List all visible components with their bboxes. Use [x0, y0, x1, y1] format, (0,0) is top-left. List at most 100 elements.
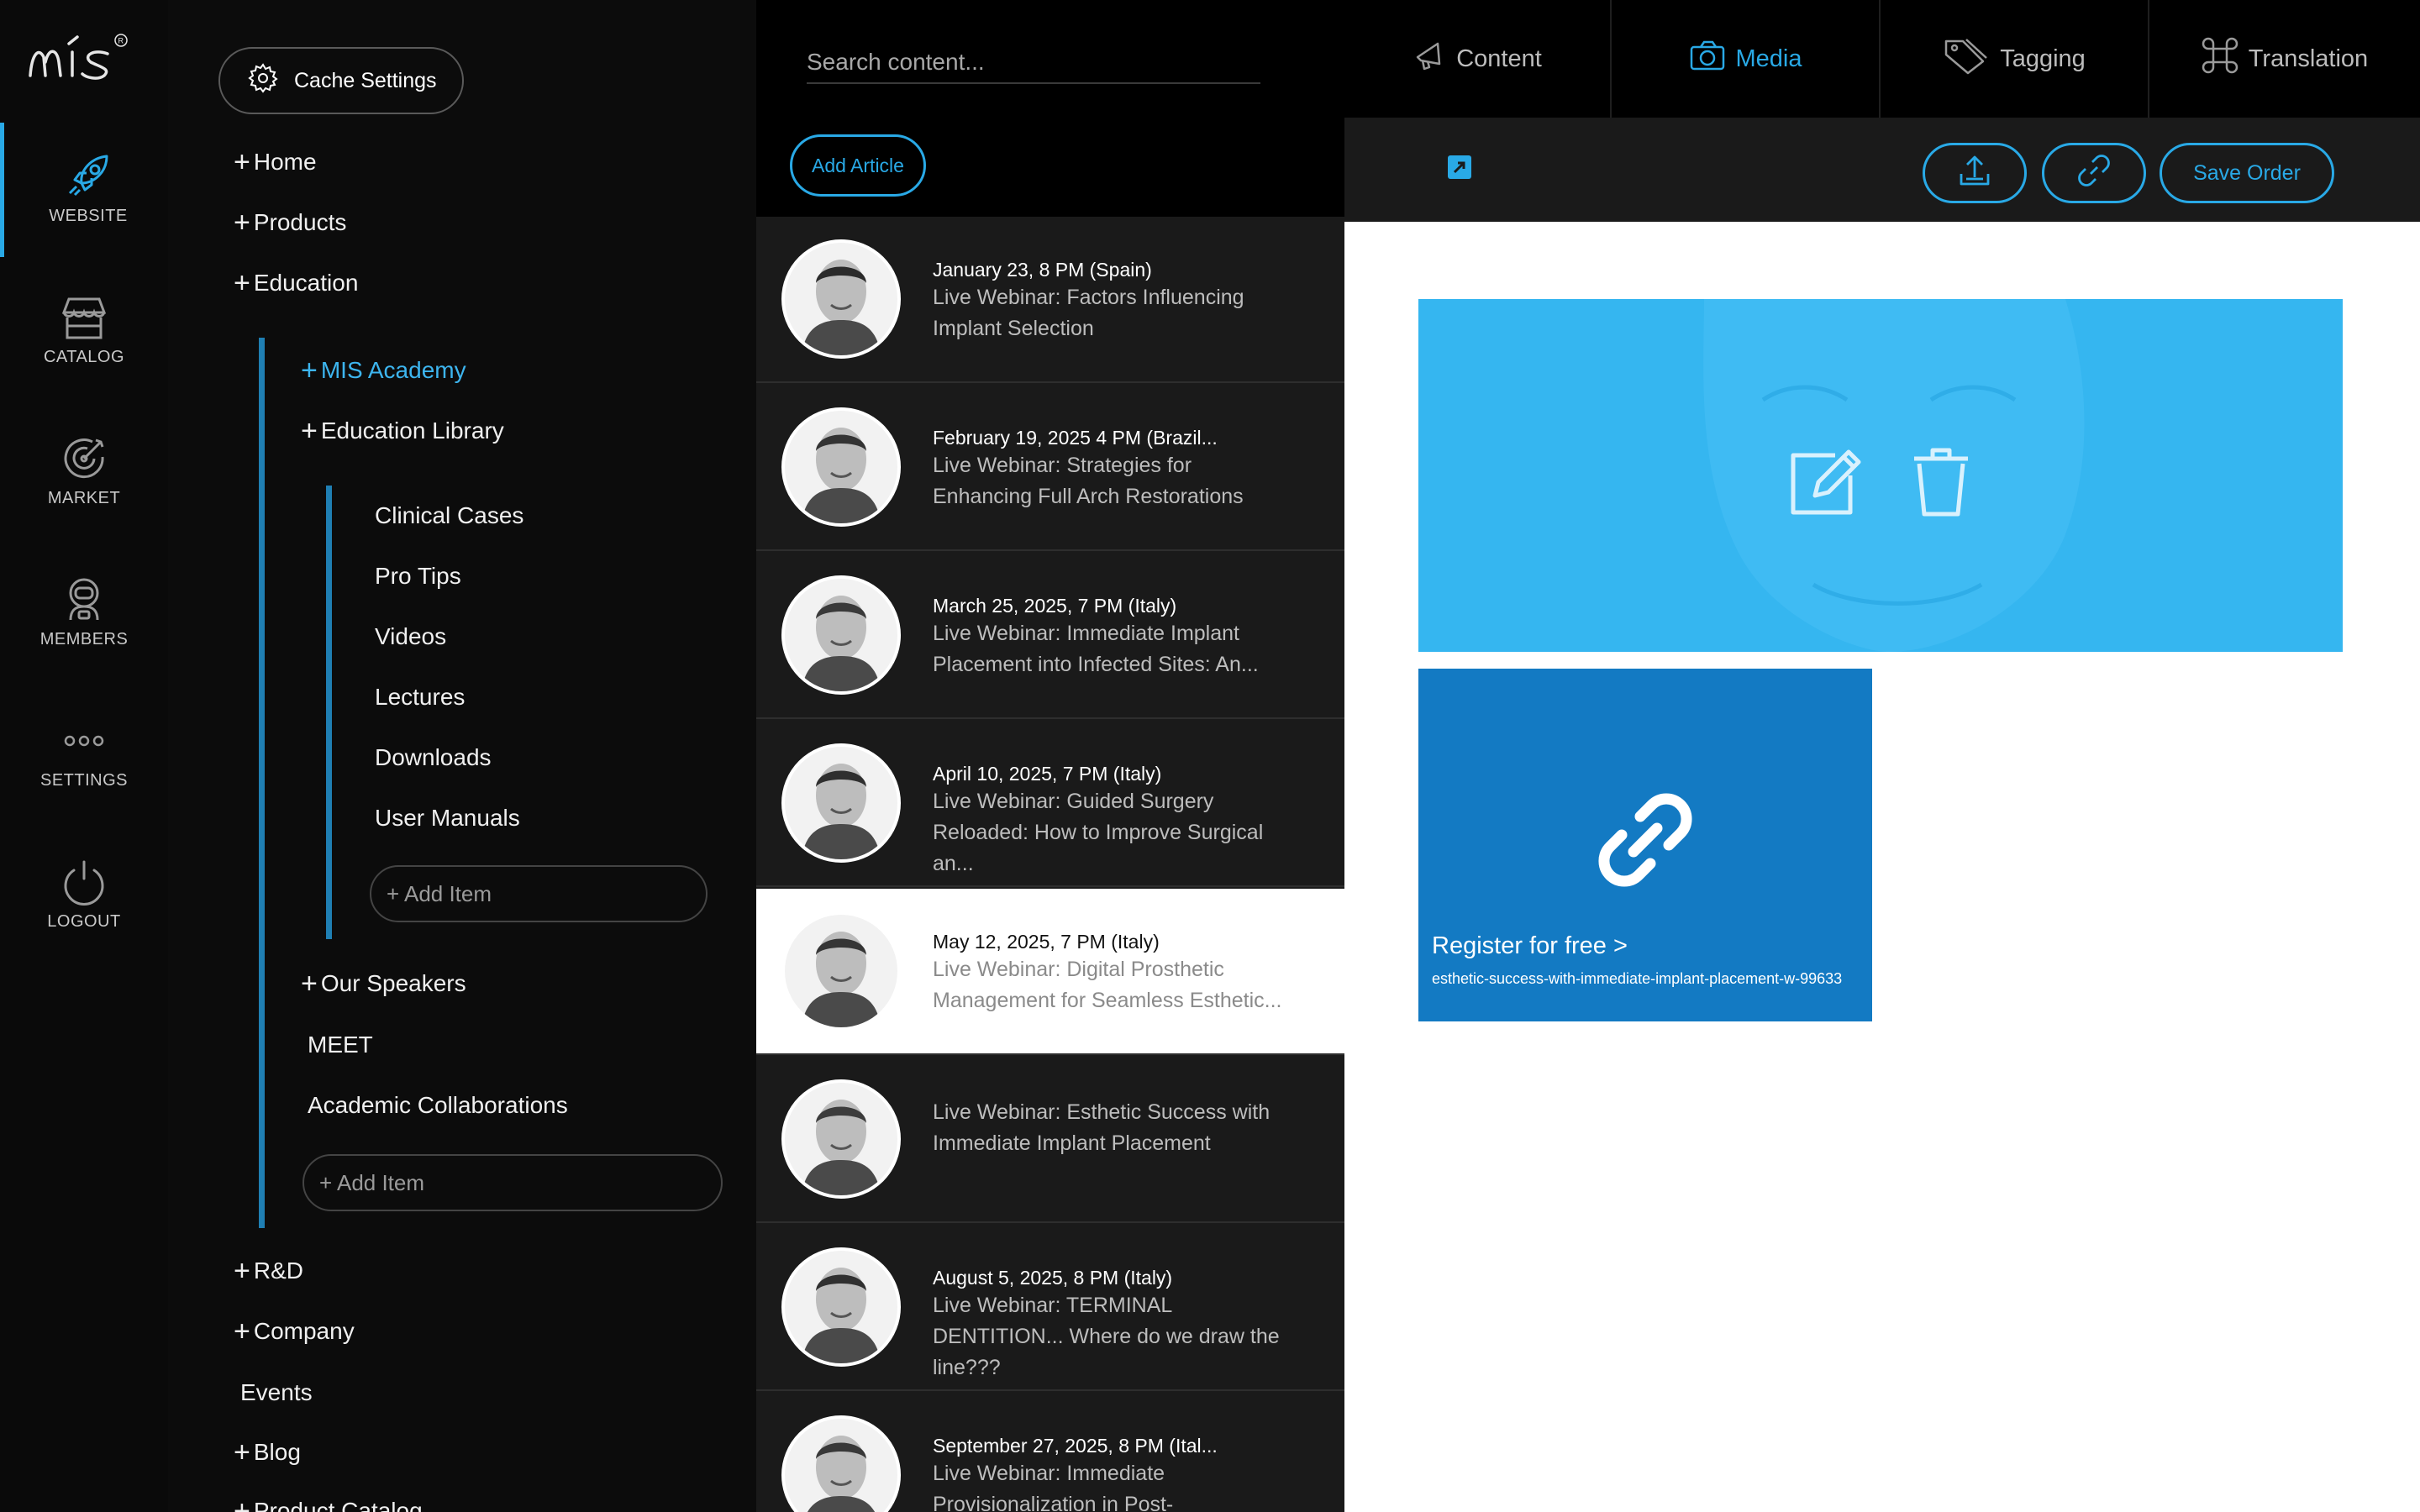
upload-icon: [1956, 152, 1993, 195]
plus-icon: +: [234, 1436, 250, 1468]
article-row[interactable]: January 23, 8 PM (Spain) Live Webinar: Fa…: [756, 217, 1344, 383]
tree-node-mis-academy[interactable]: + MIS Academy: [301, 354, 466, 387]
camera-icon: [1689, 39, 1726, 79]
link-button[interactable]: [2042, 143, 2146, 203]
tree-node-our-speakers[interactable]: + Our Speakers: [301, 968, 466, 1000]
astronaut-icon: [55, 571, 113, 628]
mis-logo[interactable]: R: [27, 29, 141, 87]
command-icon: [2202, 37, 2238, 81]
speaker-avatar: [781, 1415, 901, 1512]
trash-icon[interactable]: [1907, 442, 1975, 522]
add-item-input[interactable]: [302, 1154, 723, 1211]
node-label: Blog: [253, 1439, 301, 1465]
rail-members[interactable]: MEMBERS: [0, 546, 168, 680]
cache-settings-button[interactable]: Cache Settings: [218, 47, 464, 114]
tree-node-events[interactable]: Events: [240, 1379, 313, 1406]
add-article-button[interactable]: Add Article: [790, 134, 926, 197]
article-row[interactable]: Live Webinar: Esthetic Success with Imme…: [756, 1057, 1344, 1223]
top-nav: Content Media Tagging Translation: [1344, 0, 2420, 118]
rail-logout[interactable]: LOGOUT: [0, 828, 168, 963]
article-row[interactable]: September 27, 2025, 8 PM (Ital... Live We…: [756, 1393, 1344, 1512]
plus-icon: +: [234, 1255, 250, 1287]
tree-node-videos[interactable]: Videos: [375, 623, 446, 650]
article-row[interactable]: March 25, 2025, 7 PM (Italy) Live Webinar…: [756, 553, 1344, 719]
article-list-panel: Add Article January 23, 8 PM (Spain) Live…: [756, 0, 1344, 1512]
add-item-input[interactable]: [370, 865, 708, 922]
tree-node-rnd[interactable]: + R&D: [234, 1255, 303, 1288]
article-date: February 19, 2025 4 PM (Brazil...: [933, 427, 1218, 449]
node-label: Home: [253, 149, 317, 175]
article-title: Live Webinar: Factors Influencing Implan…: [933, 286, 1244, 340]
article-row[interactable]: May 12, 2025, 7 PM (Italy) Live Webinar: …: [756, 889, 1344, 1055]
speaker-avatar: [781, 407, 901, 527]
external-edit-icon[interactable]: [1447, 155, 1472, 180]
tree-node-clinical-cases[interactable]: Clinical Cases: [375, 502, 523, 529]
save-order-button[interactable]: Save Order: [2160, 143, 2334, 203]
node-label: Education: [253, 270, 359, 296]
node-label: Products: [253, 209, 347, 235]
tree-node-products[interactable]: + Products: [234, 207, 346, 239]
tree-node-pro-tips[interactable]: Pro Tips: [375, 563, 461, 590]
hero-photo-silhouette: [1703, 299, 2085, 652]
rail-label: CATALOG: [43, 348, 125, 366]
article-date: March 25, 2025, 7 PM (Italy): [933, 595, 1177, 617]
rail-label: LOGOUT: [47, 912, 121, 931]
store-icon: [55, 289, 113, 346]
tree-node-education[interactable]: + Education: [234, 267, 358, 300]
link-media-card[interactable]: Register for free > esthetic-success-wit…: [1418, 669, 1872, 1021]
plus-icon: +: [234, 267, 250, 299]
article-title: Live Webinar: Esthetic Success with Imme…: [933, 1100, 1270, 1155]
tree-node-company[interactable]: + Company: [234, 1315, 355, 1348]
tab-translation[interactable]: Translation: [2149, 0, 2420, 118]
tree-node-user-manuals[interactable]: User Manuals: [375, 805, 520, 832]
hero-image-card[interactable]: [1418, 299, 2343, 652]
search-input[interactable]: [807, 42, 1260, 84]
gear-icon: [247, 62, 279, 100]
media-content: Register for free > esthetic-success-wit…: [1344, 222, 2420, 1512]
rail-market[interactable]: MARKET: [0, 405, 168, 539]
tab-tagging[interactable]: Tagging: [1881, 0, 2148, 118]
rail-label: MEMBERS: [39, 630, 129, 648]
tab-label: Translation: [2248, 45, 2369, 72]
article-title: Live Webinar: Immediate Implant Placemen…: [933, 622, 1259, 676]
tag-icon: [1943, 36, 1990, 81]
rail-label: WEBSITE: [49, 207, 128, 225]
plus-icon: +: [234, 146, 250, 178]
tab-label: Content: [1456, 45, 1542, 72]
tab-label: Media: [1735, 45, 1802, 72]
article-row[interactable]: February 19, 2025 4 PM (Brazil... Live We…: [756, 385, 1344, 551]
article-row[interactable]: April 10, 2025, 7 PM (Italy) Live Webinar…: [756, 721, 1344, 887]
rail-website[interactable]: WEBSITE: [0, 123, 168, 257]
tree-node-product-catalog[interactable]: + Product Catalog: [234, 1495, 423, 1512]
tree-node-home[interactable]: + Home: [234, 146, 317, 179]
plus-icon: +: [234, 1495, 250, 1512]
article-title: Live Webinar: Guided Surgery Reloaded: H…: [933, 790, 1264, 875]
tree-node-downloads[interactable]: Downloads: [375, 744, 492, 771]
target-icon: [55, 430, 113, 487]
rail-settings[interactable]: SETTINGS: [0, 687, 168, 822]
article-title: Live Webinar: Immediate Provisionalizati…: [933, 1462, 1174, 1512]
tree-node-blog[interactable]: + Blog: [234, 1436, 301, 1469]
tree-node-lectures[interactable]: Lectures: [375, 684, 465, 711]
speaker-avatar: [781, 911, 901, 1031]
tab-media[interactable]: Media: [1612, 0, 1879, 118]
dots-icon: [55, 712, 113, 769]
article-title: Live Webinar: Digital Prosthetic Managem…: [933, 958, 1282, 1012]
tree-node-academic-collaborations[interactable]: Academic Collaborations: [308, 1092, 568, 1119]
node-label: Education Library: [320, 417, 504, 444]
tree-node-education-library[interactable]: + Education Library: [301, 415, 504, 448]
article-date: September 27, 2025, 8 PM (Ital...: [933, 1435, 1218, 1457]
tab-content[interactable]: Content: [1344, 0, 1610, 118]
power-icon: [55, 853, 113, 911]
tree-node-meet[interactable]: MEET: [308, 1032, 373, 1058]
tab-label: Tagging: [2000, 45, 2086, 72]
speaker-avatar: [781, 239, 901, 359]
edit-icon[interactable]: [1785, 442, 1865, 522]
article-row[interactable]: August 5, 2025, 8 PM (Italy) Live Webinar…: [756, 1225, 1344, 1391]
upload-button[interactable]: [1923, 143, 2027, 203]
rail-catalog[interactable]: CATALOG: [0, 264, 168, 398]
speaker-avatar: [781, 1079, 901, 1199]
tree-branch-line: [326, 486, 332, 939]
plus-icon: +: [301, 968, 318, 1000]
link-slug-text: esthetic-success-with-immediate-implant-…: [1432, 970, 1843, 987]
